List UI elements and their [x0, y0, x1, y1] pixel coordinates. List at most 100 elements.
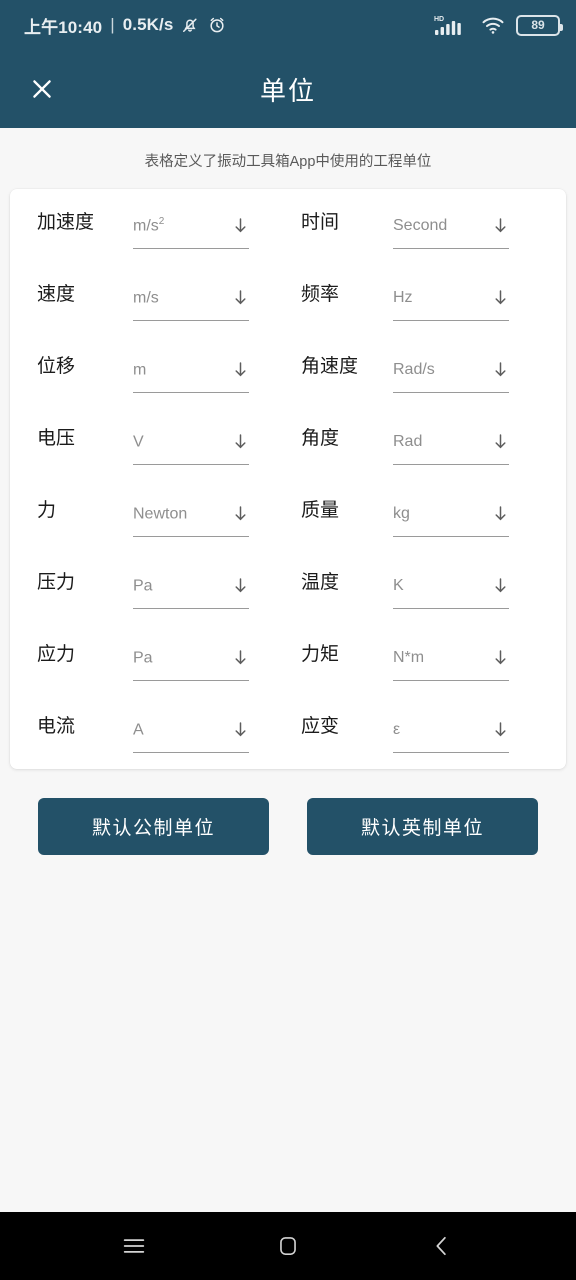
- unit-value: m/s: [133, 289, 159, 307]
- unit-entry-acceleration: 加速度 m/s2: [10, 203, 288, 249]
- unit-value: kg: [393, 505, 410, 522]
- arrow-down-icon: [235, 362, 246, 377]
- unit-label: 质量: [301, 500, 340, 521]
- unit-dropdown[interactable]: Rad: [393, 421, 509, 465]
- unit-value: A: [133, 721, 144, 739]
- row-spacer: [10, 465, 566, 491]
- status-bar-right: HD 89: [434, 14, 563, 36]
- system-navigation-bar: [0, 1212, 576, 1280]
- arrow-down-icon: [495, 650, 506, 665]
- arrow-down-icon: [495, 722, 506, 737]
- battery-level: 89: [531, 18, 545, 32]
- back-icon: [436, 1236, 446, 1256]
- status-separator: |: [110, 15, 115, 34]
- unit-entry-current: 电流 A: [10, 707, 288, 753]
- arrow-down-icon: [235, 290, 246, 305]
- bell-muted-icon: [180, 15, 200, 35]
- arrow-down-icon: [495, 434, 506, 449]
- unit-label: 频率: [301, 284, 340, 305]
- phone-screen: 上午10:40 | 0.5K/s HD 89 单位 表格定义了振动工具箱App中…: [0, 0, 576, 1280]
- unit-label: 电压: [37, 428, 76, 449]
- unit-dropdown[interactable]: m/s2: [133, 205, 249, 249]
- close-icon: [33, 80, 51, 98]
- status-bar-left: 上午10:40 | 0.5K/s: [24, 13, 227, 38]
- unit-label: 加速度: [37, 212, 95, 233]
- unit-entry-stress: 应力 Pa: [10, 635, 288, 681]
- table-row: 电流 A 应变 ε: [10, 707, 566, 753]
- unit-label: 角度: [301, 428, 340, 449]
- recents-button[interactable]: [111, 1223, 157, 1269]
- unit-label: 力矩: [301, 644, 340, 665]
- unit-dropdown[interactable]: Newton: [133, 493, 249, 537]
- unit-label: 应力: [37, 644, 76, 665]
- recents-icon: [123, 1239, 145, 1253]
- unit-entry-force: 力 Newton: [10, 491, 288, 537]
- arrow-down-icon: [495, 218, 506, 233]
- unit-value: N*m: [393, 649, 425, 666]
- unit-label: 角速度: [301, 356, 359, 377]
- unit-label: 应变: [301, 716, 340, 737]
- unit-value: Rad: [393, 433, 423, 450]
- back-button[interactable]: [419, 1223, 465, 1269]
- status-time: 上午10:40: [24, 17, 103, 37]
- unit-label: 时间: [301, 212, 340, 233]
- table-row: 应力 Pa 力矩 N*m: [10, 635, 566, 681]
- unit-dropdown[interactable]: Hz: [393, 277, 509, 321]
- unit-dropdown[interactable]: N*m: [393, 637, 509, 681]
- close-button[interactable]: [22, 69, 62, 109]
- unit-value: m: [133, 361, 147, 379]
- arrow-down-icon: [495, 290, 506, 305]
- unit-dropdown[interactable]: kg: [393, 493, 509, 537]
- unit-value: Pa: [133, 649, 153, 667]
- arrow-down-icon: [235, 578, 246, 593]
- unit-entry-angle: 角度 Rad: [288, 419, 566, 465]
- default-units-buttons: 默认公制单位 默认英制单位: [0, 769, 576, 855]
- unit-value: Hz: [393, 289, 413, 306]
- arrow-down-icon: [235, 218, 246, 233]
- status-network-speed: 0.5K/s: [122, 15, 174, 34]
- row-spacer: [10, 681, 566, 707]
- unit-dropdown[interactable]: V: [133, 421, 249, 465]
- row-spacer: [10, 537, 566, 563]
- unit-entry-voltage: 电压 V: [10, 419, 288, 465]
- home-button[interactable]: [265, 1223, 311, 1269]
- row-spacer: [10, 393, 566, 419]
- unit-value: m/s2: [133, 216, 165, 235]
- unit-label: 压力: [37, 572, 76, 593]
- unit-entry-displacement: 位移 m: [10, 347, 288, 393]
- unit-dropdown[interactable]: Rad/s: [393, 349, 509, 393]
- table-row: 电压 V 角度 Rad: [10, 419, 566, 465]
- arrow-down-icon: [495, 362, 506, 377]
- row-spacer: [10, 249, 566, 275]
- unit-dropdown[interactable]: m: [133, 349, 249, 393]
- table-row: 位移 m 角速度 Rad/s: [10, 347, 566, 393]
- unit-entry-velocity: 速度 m/s: [10, 275, 288, 321]
- app-bar: 单位: [0, 50, 576, 128]
- unit-value: K: [393, 577, 404, 594]
- unit-label: 温度: [301, 572, 340, 593]
- unit-dropdown[interactable]: m/s: [133, 277, 249, 321]
- status-bar: 上午10:40 | 0.5K/s HD 89: [0, 0, 576, 50]
- unit-entry-mass: 质量 kg: [288, 491, 566, 537]
- unit-value: Newton: [133, 505, 188, 523]
- unit-dropdown[interactable]: ε: [393, 709, 509, 753]
- arrow-down-icon: [235, 434, 246, 449]
- default-imperial-units-button[interactable]: 默认英制单位: [307, 798, 538, 855]
- unit-entry-frequency: 频率 Hz: [288, 275, 566, 321]
- row-spacer: [10, 321, 566, 347]
- arrow-down-icon: [495, 506, 506, 521]
- svg-text:HD: HD: [434, 16, 444, 23]
- unit-entry-angular-velocity: 角速度 Rad/s: [288, 347, 566, 393]
- unit-value: V: [133, 433, 144, 451]
- row-spacer: [10, 609, 566, 635]
- unit-label: 力: [37, 500, 57, 521]
- unit-dropdown[interactable]: Second: [393, 205, 509, 249]
- unit-dropdown[interactable]: Pa: [133, 637, 249, 681]
- table-row: 压力 Pa 温度 K: [10, 563, 566, 609]
- unit-entry-torque: 力矩 N*m: [288, 635, 566, 681]
- unit-dropdown[interactable]: Pa: [133, 565, 249, 609]
- unit-dropdown[interactable]: K: [393, 565, 509, 609]
- default-metric-units-button[interactable]: 默认公制单位: [38, 798, 269, 855]
- unit-dropdown[interactable]: A: [133, 709, 249, 753]
- page-title: 单位: [259, 75, 316, 106]
